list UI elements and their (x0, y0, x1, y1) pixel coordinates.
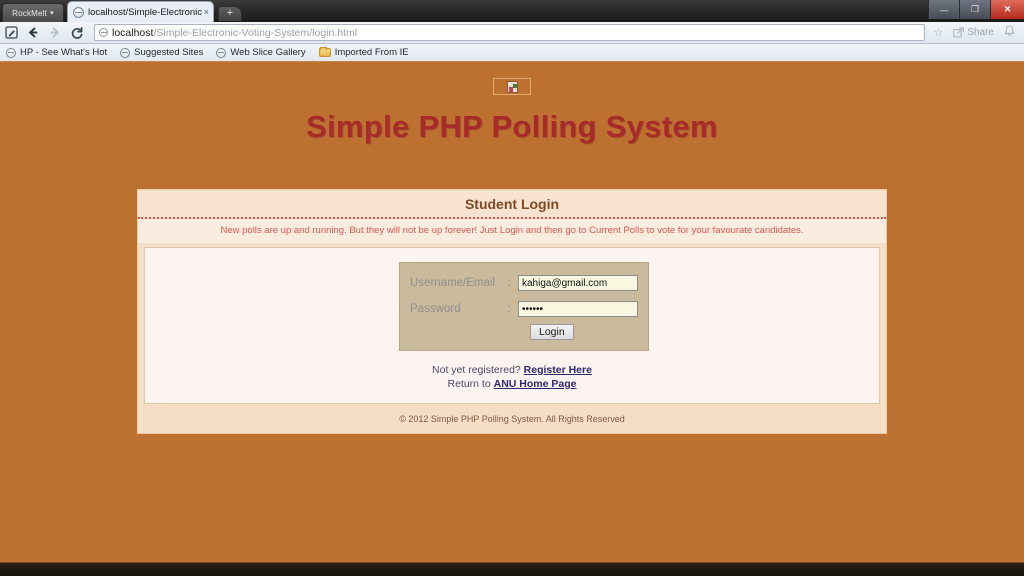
username-colon: : (507, 277, 511, 289)
tab-title: localhost/Simple-Electronic (88, 6, 202, 18)
folder-icon (318, 46, 331, 57)
bookmarks-bar: HP - See What's Hot Suggested Sites Web … (0, 44, 1024, 62)
navigation-toolbar: localhost/Simple-Electronic-Voting-Syste… (0, 22, 1024, 44)
bookmark-label: Suggested Sites (134, 47, 204, 58)
minimize-button[interactable]: — (928, 0, 959, 19)
url-text: localhost/Simple-Electronic-Voting-Syste… (112, 27, 357, 39)
bookmark-label: HP - See What's Hot (20, 47, 108, 58)
globe-icon (73, 6, 84, 18)
reload-button[interactable] (66, 22, 88, 44)
return-prefix: Return to (447, 378, 491, 390)
window-controls: — ❐ ✕ (928, 0, 1024, 21)
tab-strip: RockMelt ▾ localhost/Simple-Electronic ×… (0, 0, 242, 22)
browser-titlebar: RockMelt ▾ localhost/Simple-Electronic ×… (0, 0, 1024, 22)
broken-image-icon (493, 78, 531, 95)
site-globe-icon (99, 28, 108, 37)
maximize-button[interactable]: ❐ (959, 0, 990, 19)
new-tab-button[interactable]: + (218, 6, 242, 21)
bookmark-star-icon[interactable]: ☆ (929, 26, 947, 39)
username-label: Username/Email (410, 277, 495, 289)
share-icon (953, 27, 965, 38)
return-line: Return to ANU Home Page (145, 377, 879, 391)
share-button[interactable]: Share (947, 27, 1000, 38)
login-button[interactable]: Login (530, 324, 574, 340)
anu-home-page-link[interactable]: ANU Home Page (494, 378, 577, 390)
login-form: Username/Email : Password : Login (399, 262, 649, 351)
compose-icon[interactable] (0, 22, 22, 44)
login-form-card: Username/Email : Password : Login (144, 247, 880, 404)
bookmark-web-slice-gallery[interactable]: Web Slice Gallery (216, 47, 306, 58)
address-bar[interactable]: localhost/Simple-Electronic-Voting-Syste… (94, 24, 926, 41)
share-label: Share (967, 27, 994, 38)
globe-icon (120, 47, 131, 58)
register-here-link[interactable]: Register Here (524, 364, 592, 376)
bookmark-suggested-sites[interactable]: Suggested Sites (120, 47, 203, 58)
screen: RockMelt ▾ localhost/Simple-Electronic ×… (0, 0, 1024, 576)
browser-chrome: RockMelt ▾ localhost/Simple-Electronic ×… (0, 0, 1024, 62)
back-button[interactable] (22, 22, 44, 44)
copyright-text: © 2012 Simple PHP Polling System. All Ri… (138, 404, 886, 433)
panel-heading: Student Login (138, 190, 886, 217)
username-input[interactable] (518, 275, 638, 291)
forward-button (44, 22, 66, 44)
password-colon: : (507, 303, 511, 315)
url-host: localhost (112, 26, 154, 39)
login-button-row: Login (410, 324, 638, 340)
close-icon[interactable]: × (204, 7, 209, 17)
password-label: Password (410, 303, 461, 315)
bookmark-label: Web Slice Gallery (230, 47, 306, 58)
notice-text: New polls are up and running. But they w… (138, 219, 886, 243)
register-line: Not yet registered? Register Here (145, 363, 879, 377)
tab-rockmelt[interactable]: RockMelt ▾ (2, 3, 64, 22)
register-prefix: Not yet registered? (432, 364, 521, 376)
password-row: Password : (410, 298, 638, 320)
page-viewport: Simple PHP Polling System Student Login … (0, 62, 1024, 562)
desktop-taskbar[interactable] (0, 562, 1024, 576)
page-title: Simple PHP Polling System (306, 109, 718, 144)
chevron-down-icon: ▾ (50, 10, 54, 17)
login-panel: Student Login New polls are up and runni… (137, 189, 887, 434)
bookmark-hp-see-whats-hot[interactable]: HP - See What's Hot (6, 47, 107, 58)
url-path: /Simple-Electronic-Voting-System/login.h… (153, 26, 358, 39)
bookmark-imported-from-ie[interactable]: Imported From IE (318, 46, 409, 58)
tab-active-localhost[interactable]: localhost/Simple-Electronic × (67, 1, 214, 22)
auxiliary-links: Not yet registered? Register Here Return… (145, 351, 879, 393)
notifications-bell-icon[interactable] (1000, 25, 1024, 40)
password-input[interactable] (518, 301, 638, 317)
username-row: Username/Email : (410, 272, 638, 294)
bookmark-label: Imported From IE (334, 47, 409, 58)
globe-icon (216, 47, 227, 58)
broken-image-glyph (506, 80, 518, 93)
globe-icon (6, 47, 16, 58)
close-window-button[interactable]: ✕ (990, 0, 1024, 19)
tab-rockmelt-label: RockMelt (12, 8, 48, 18)
